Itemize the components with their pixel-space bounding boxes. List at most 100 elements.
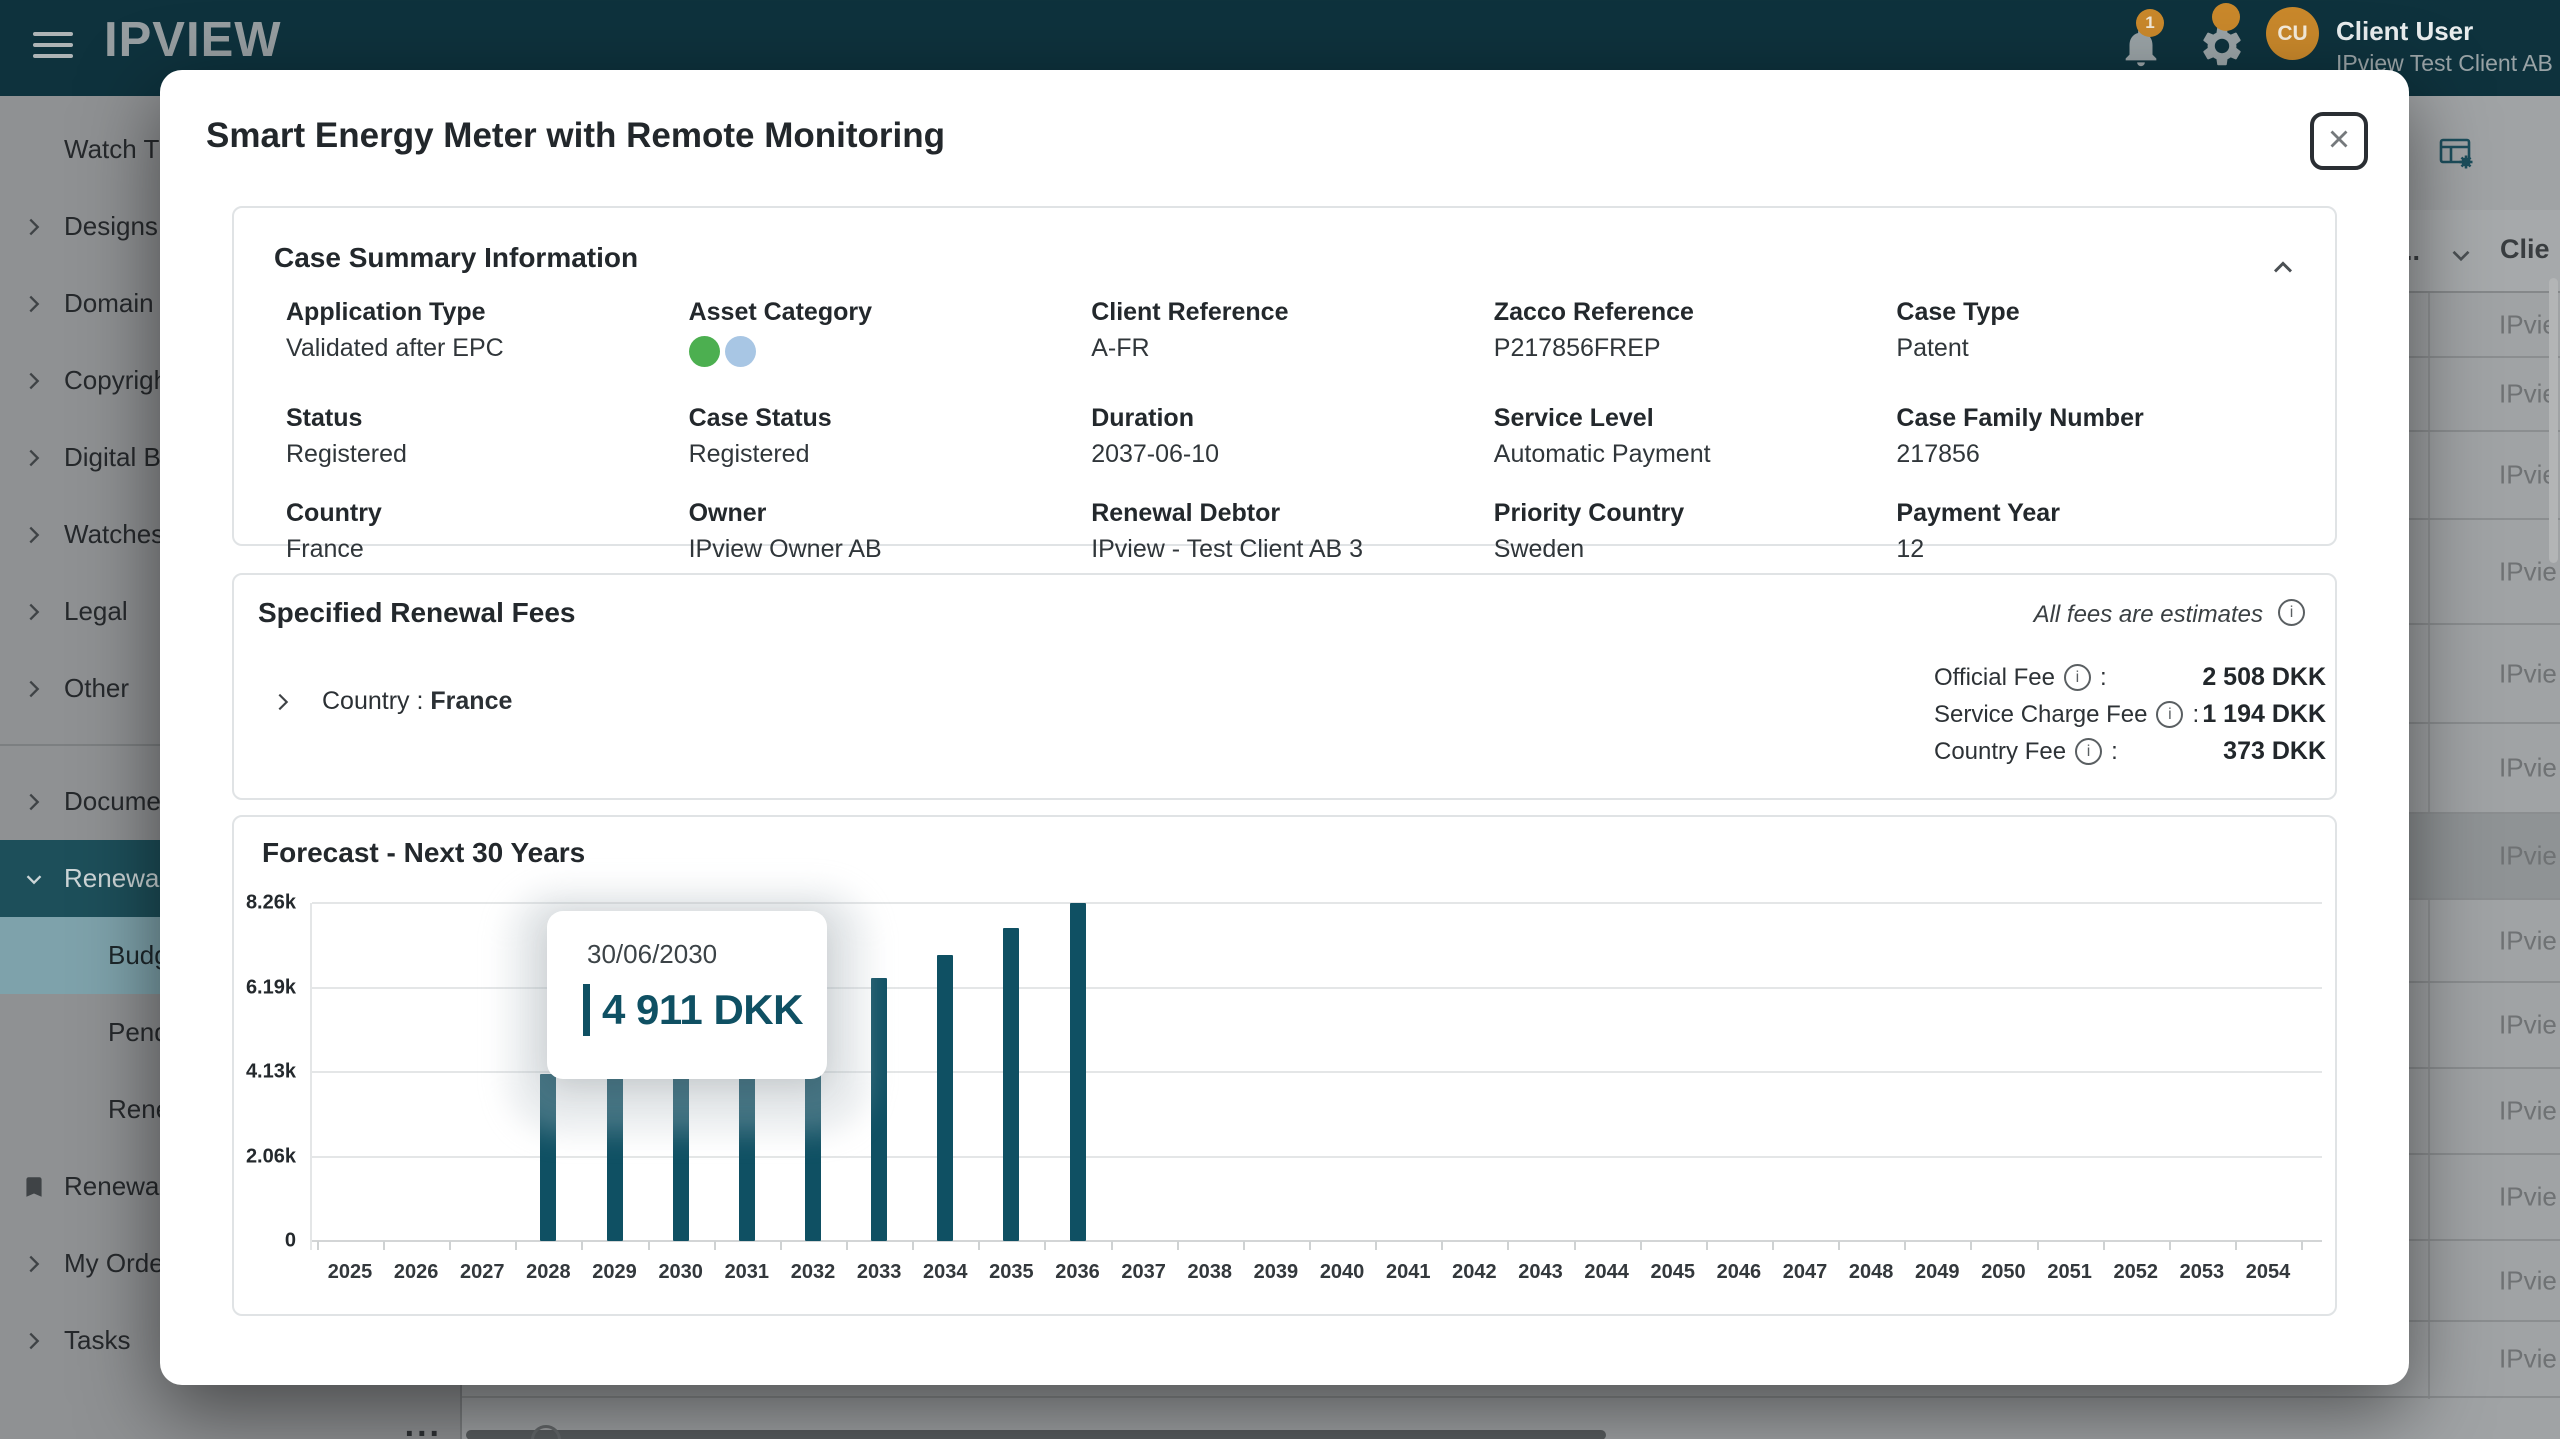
table-cell-client: IPvie	[2499, 1182, 2557, 1213]
chevron-right-icon	[20, 367, 48, 395]
chart-x-tick-label: 2044	[1584, 1261, 1629, 1284]
info-icon[interactable]: i	[2075, 738, 2102, 765]
chart-x-tick	[2301, 1241, 2303, 1250]
chart-x-tick	[1574, 1241, 1576, 1250]
notification-badge: 1	[2136, 9, 2164, 37]
close-button[interactable]	[2310, 112, 2368, 170]
sidebar-item-label: Documen	[64, 786, 175, 817]
summary-field: Renewal DebtorIPview - Test Client AB 3	[1091, 499, 1494, 564]
summary-field-label: Renewal Debtor	[1091, 499, 1494, 528]
forecast-bar-2036[interactable]	[1070, 903, 1086, 1241]
chart-x-tick-label: 2037	[1121, 1261, 1166, 1284]
forecast-bar-2033[interactable]	[871, 978, 887, 1241]
renewal-fees-card: Specified Renewal Fees All fees are esti…	[232, 573, 2337, 800]
table-settings-icon[interactable]	[2438, 136, 2474, 175]
chart-x-tick	[846, 1241, 848, 1250]
sidebar-item-label: Copyrigh	[64, 365, 168, 396]
summary-field-label: Asset Category	[689, 298, 1092, 327]
chart-x-tick-label: 2029	[592, 1261, 637, 1284]
chevron-down-icon[interactable]	[2446, 240, 2476, 275]
summary-field-label: Case Family Number	[1896, 404, 2299, 433]
summary-field: Zacco ReferenceP217856FREP	[1494, 298, 1897, 374]
table-cell-client: IPvie	[2499, 841, 2557, 872]
forecast-bar-2034[interactable]	[937, 955, 953, 1241]
close-icon	[2324, 124, 2354, 159]
chart-x-tick-label: 2038	[1188, 1261, 1233, 1284]
chart-x-tick	[1309, 1241, 1311, 1250]
info-icon[interactable]: i	[2278, 599, 2305, 626]
summary-field-label: Application Type	[286, 298, 689, 327]
forecast-bar-chart: 2025202620272028202920302031203220332034…	[312, 903, 2322, 1241]
summary-field-label: Service Level	[1494, 404, 1897, 433]
forecast-bar-2035[interactable]	[1003, 928, 1019, 1241]
fee-label: Official Feei:	[1934, 664, 2107, 692]
chart-x-tick	[1441, 1241, 1443, 1250]
info-icon[interactable]: i	[2064, 664, 2091, 691]
vertical-scrollbar[interactable]	[2549, 278, 2558, 563]
chart-x-tick-label: 2052	[2113, 1261, 2158, 1284]
summary-field: Application TypeValidated after EPC	[286, 298, 689, 374]
sidebar-more-button[interactable]: ...	[405, 1406, 442, 1439]
chart-y-axis-line	[310, 903, 312, 1250]
chart-x-tick	[1838, 1241, 1840, 1250]
summary-field-label: Owner	[689, 499, 1092, 528]
sidebar-item-label: Designs	[64, 211, 158, 242]
fee-value: 2 508 DKK	[2202, 663, 2326, 692]
summary-field-value: Automatic Payment	[1494, 440, 1897, 469]
chart-x-tick-label: 2028	[526, 1261, 571, 1284]
table-cell-client: IPvie	[2499, 1010, 2557, 1041]
table-cell-client: IPvie	[2499, 1265, 2557, 1296]
fee-value: 373 DKK	[2223, 737, 2326, 766]
asset-category-dot	[725, 336, 756, 367]
chart-y-tick-label: 8.26k	[246, 892, 296, 915]
summary-field-value: Sweden	[1494, 535, 1897, 564]
chevron-right-icon	[20, 788, 48, 816]
floating-button[interactable]	[531, 1425, 561, 1439]
info-icon[interactable]: i	[2156, 701, 2183, 728]
asset-category-dot	[689, 336, 720, 367]
avatar[interactable]: CU	[2266, 7, 2319, 60]
chart-x-tick-label: 2041	[1386, 1261, 1431, 1284]
tooltip-value: 4 911 DKK	[602, 986, 803, 1034]
app-logo[interactable]: IPVIEW	[104, 12, 282, 68]
chart-x-tick-label: 2050	[1981, 1261, 2026, 1284]
chart-y-axis: 02.06k4.13k6.19k8.26k	[234, 903, 296, 1241]
sidebar-item-label: Other	[64, 673, 129, 704]
summary-field-label: Duration	[1091, 404, 1494, 433]
modal-title: Smart Energy Meter with Remote Monitorin…	[206, 116, 945, 156]
summary-field-label: Payment Year	[1896, 499, 2299, 528]
summary-field-label: Priority Country	[1494, 499, 1897, 528]
horizontal-scrollbar[interactable]	[466, 1430, 1606, 1439]
menu-icon[interactable]	[33, 32, 73, 62]
chart-x-tick	[1706, 1241, 1708, 1250]
chart-x-tick-label: 2043	[1518, 1261, 1563, 1284]
chevron-right-icon	[20, 675, 48, 703]
sidebar-item-label: Digital Br	[64, 442, 169, 473]
chart-x-tick	[449, 1241, 451, 1250]
table-cell-client: IPvie	[2499, 925, 2557, 956]
table-column-header-client[interactable]: Clie	[2500, 234, 2550, 265]
chart-x-tick	[1375, 1241, 1377, 1250]
summary-field-value: 2037-06-10	[1091, 440, 1494, 469]
chart-y-tick-label: 0	[285, 1230, 296, 1253]
fees-country-group[interactable]: Country : France	[270, 687, 512, 716]
chevron-right-icon	[20, 290, 48, 318]
bookmark-icon	[20, 1173, 48, 1201]
chart-x-tick-label: 2051	[2047, 1261, 2092, 1284]
chart-x-tick	[1640, 1241, 1642, 1250]
fee-label: Service Charge Feei:	[1934, 701, 2199, 729]
chevron-up-icon[interactable]	[2267, 252, 2299, 289]
summary-field-value: P217856FREP	[1494, 334, 1897, 363]
sidebar-item-label: My Order	[64, 1248, 172, 1279]
case-summary-card: Case Summary Information Application Typ…	[232, 206, 2337, 546]
chevron-down-icon	[20, 865, 48, 893]
chart-x-tick	[1970, 1241, 1972, 1250]
fee-line: Country Feei:373 DKK	[1934, 733, 2326, 770]
summary-field-value: A-FR	[1091, 334, 1494, 363]
summary-field-value: France	[286, 535, 689, 564]
chart-x-tick	[383, 1241, 385, 1250]
chart-x-tick-label: 2031	[725, 1261, 770, 1284]
chart-x-tick	[2169, 1241, 2171, 1250]
chevron-right-icon	[20, 444, 48, 472]
chart-x-tick-label: 2040	[1320, 1261, 1365, 1284]
